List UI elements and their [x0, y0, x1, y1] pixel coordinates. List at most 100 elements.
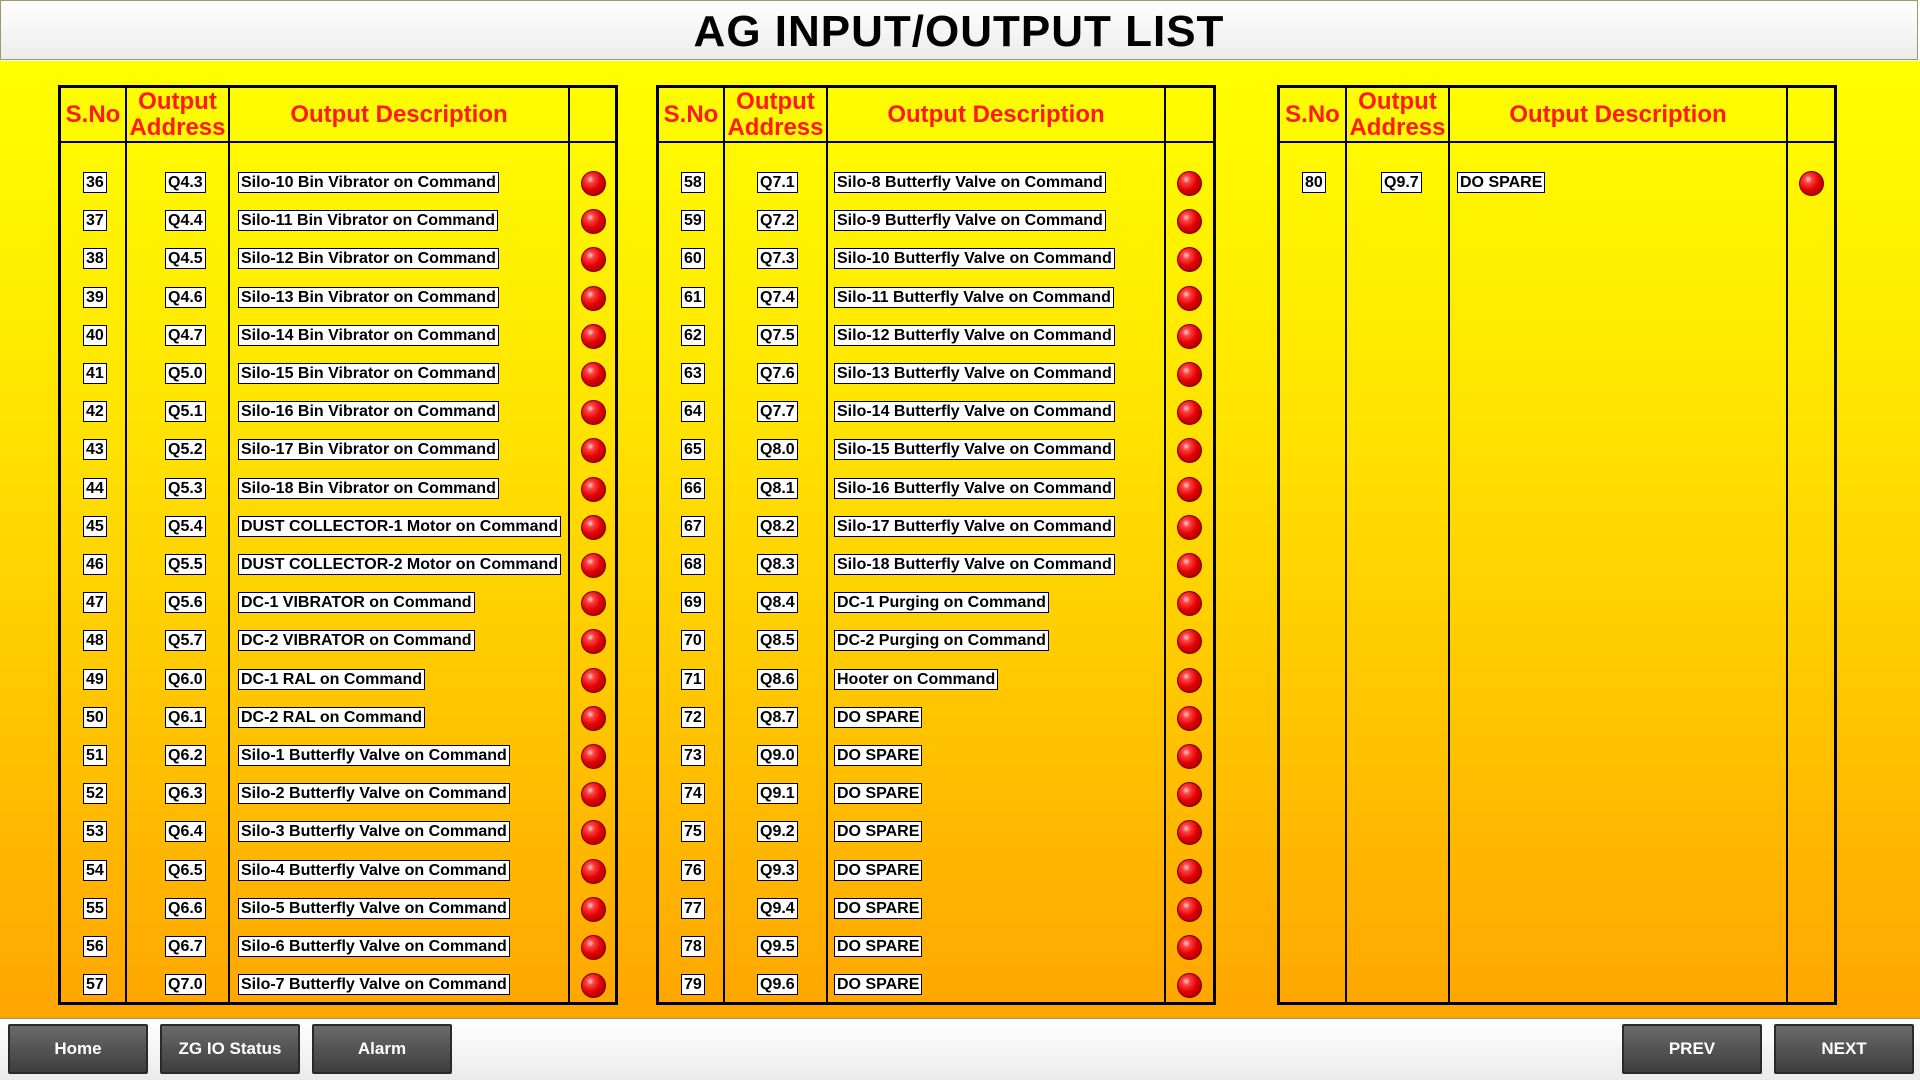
- table-row: 59 Q7.2 Silo-9 Butterfly Valve on Command: [659, 206, 1213, 236]
- address-cell: Q8.3: [757, 554, 798, 575]
- prev-button[interactable]: PREV: [1622, 1024, 1762, 1074]
- sno-cell: 54: [83, 859, 107, 881]
- red-lamp-icon: [1177, 744, 1202, 769]
- alarm-button[interactable]: Alarm: [312, 1024, 452, 1074]
- address-cell: Q5.4: [165, 515, 206, 537]
- description-cell: Silo-18 Bin Vibrator on Command: [238, 477, 499, 499]
- description-cell: DO SPARE: [834, 706, 923, 728]
- home-button[interactable]: Home: [8, 1024, 148, 1074]
- table-row: 43 Q5.2 Silo-17 Bin Vibrator on Command: [61, 435, 615, 465]
- table-row: 60 Q7.3 Silo-10 Butterfly Valve on Command: [659, 244, 1213, 274]
- description-cell: Silo-10 Butterfly Valve on Command: [834, 248, 1115, 270]
- table-row: 40 Q4.7 Silo-14 Bin Vibrator on Command: [61, 321, 615, 351]
- red-lamp-icon: [581, 476, 606, 502]
- address-cell: Q8.2: [757, 515, 798, 537]
- red-lamp-icon: [581, 935, 606, 960]
- next-button[interactable]: NEXT: [1774, 1024, 1914, 1074]
- address-cell: Q4.4: [165, 210, 206, 232]
- description-cell: Silo-1 Butterfly Valve on Command: [238, 745, 510, 766]
- sno-cell: 72: [681, 706, 705, 728]
- header-divider: [659, 141, 1213, 143]
- address-cell: Q8.7: [757, 706, 798, 728]
- sno-cell: 59: [681, 210, 705, 232]
- address-cell: Q5.0: [165, 363, 206, 384]
- red-lamp-icon: [581, 247, 606, 273]
- table-row: 45 Q5.4 DUST COLLECTOR-1 Motor on Command: [61, 512, 615, 542]
- red-lamp-icon: [581, 553, 606, 578]
- red-lamp-icon: [581, 744, 606, 769]
- address-cell: Q8.1: [757, 477, 798, 499]
- table-row: 80 Q9.7 DO SPARE: [1280, 168, 1834, 198]
- title-bar: AG INPUT/OUTPUT LIST: [0, 0, 1918, 60]
- table-row: 51 Q6.2 Silo-1 Butterfly Valve on Command: [61, 741, 615, 771]
- address-cell: Q9.4: [757, 897, 798, 919]
- red-lamp-icon: [1177, 209, 1202, 235]
- address-cell: Q9.3: [757, 859, 798, 881]
- table-row: 61 Q7.4 Silo-11 Butterfly Valve on Command: [659, 283, 1213, 313]
- description-header: Output Description: [1509, 100, 1727, 128]
- red-lamp-icon: [1177, 553, 1202, 578]
- sno-cell: 43: [83, 439, 107, 461]
- table-row: 70 Q8.5 DC-2 Purging on Command: [659, 626, 1213, 656]
- sno-cell: 74: [681, 783, 705, 805]
- description-cell: Silo-18 Butterfly Valve on Command: [834, 554, 1115, 575]
- sno-cell: 36: [83, 172, 107, 193]
- table-row: 72 Q8.7 DO SPARE: [659, 703, 1213, 733]
- address-cell: Q8.4: [757, 592, 798, 614]
- table-row: 42 Q5.1 Silo-16 Bin Vibrator on Command: [61, 397, 615, 427]
- address-cell: Q6.2: [165, 745, 206, 766]
- table-row: 37 Q4.4 Silo-11 Bin Vibrator on Command: [61, 206, 615, 236]
- description-cell: DO SPARE: [834, 936, 923, 957]
- description-cell: Silo-17 Butterfly Valve on Command: [834, 515, 1115, 537]
- sno-cell: 80: [1302, 172, 1326, 193]
- table-row: 36 Q4.3 Silo-10 Bin Vibrator on Command: [61, 168, 615, 198]
- table-row: 66 Q8.1 Silo-16 Butterfly Valve on Command: [659, 474, 1213, 504]
- address-cell: Q5.3: [165, 477, 206, 499]
- io-list-area: S.No Output Address Output Description 3…: [0, 61, 1920, 1018]
- address-cell: Q6.1: [165, 706, 206, 728]
- header-divider: [61, 141, 615, 143]
- description-cell: Silo-16 Butterfly Valve on Command: [834, 477, 1115, 499]
- description-cell: DO SPARE: [834, 745, 923, 766]
- table-row: 38 Q4.5 Silo-12 Bin Vibrator on Command: [61, 244, 615, 274]
- description-cell: Silo-7 Butterfly Valve on Command: [238, 974, 510, 996]
- red-lamp-icon: [581, 667, 606, 693]
- zg-io-status-button[interactable]: ZG IO Status: [160, 1024, 300, 1074]
- table-row: 44 Q5.3 Silo-18 Bin Vibrator on Command: [61, 474, 615, 504]
- table-row: 78 Q9.5 DO SPARE: [659, 932, 1213, 962]
- table-row: 63 Q7.6 Silo-13 Butterfly Valve on Command: [659, 359, 1213, 389]
- sno-cell: 67: [681, 515, 705, 537]
- red-lamp-icon: [581, 973, 606, 999]
- sno-cell: 62: [681, 324, 705, 346]
- table-row: 48 Q5.7 DC-2 VIBRATOR on Command: [61, 626, 615, 656]
- address-cell: Q7.4: [757, 286, 798, 308]
- description-cell: Silo-10 Bin Vibrator on Command: [238, 172, 499, 193]
- sno-cell: 46: [83, 554, 107, 575]
- red-lamp-icon: [1177, 591, 1202, 617]
- sno-cell: 51: [83, 745, 107, 766]
- sno-cell: 73: [681, 745, 705, 766]
- table-row: 71 Q8.6 Hooter on Command: [659, 665, 1213, 695]
- sno-cell: 70: [681, 630, 705, 652]
- sno-cell: 50: [83, 706, 107, 728]
- table-row: 54 Q6.5 Silo-4 Butterfly Valve on Command: [61, 856, 615, 886]
- description-cell: Silo-9 Butterfly Valve on Command: [834, 210, 1106, 232]
- sno-cell: 53: [83, 821, 107, 843]
- sno-cell: 78: [681, 936, 705, 957]
- address-cell: Q5.1: [165, 401, 206, 423]
- table-row: 49 Q6.0 DC-1 RAL on Command: [61, 665, 615, 695]
- description-cell: DC-2 RAL on Command: [238, 706, 426, 728]
- sno-cell: 40: [83, 324, 107, 346]
- sno-cell: 76: [681, 859, 705, 881]
- address-cell: Q5.2: [165, 439, 206, 461]
- description-cell: Silo-15 Bin Vibrator on Command: [238, 363, 499, 384]
- sno-header: S.No: [663, 100, 719, 128]
- sno-cell: 63: [681, 363, 705, 384]
- address-cell: Q8.0: [757, 439, 798, 461]
- red-lamp-icon: [1177, 171, 1202, 196]
- description-cell: DO SPARE: [834, 783, 923, 805]
- table-row: 56 Q6.7 Silo-6 Butterfly Valve on Command: [61, 932, 615, 962]
- red-lamp-icon: [581, 629, 606, 655]
- address-cell: Q9.6: [757, 974, 798, 996]
- table-row: 75 Q9.2 DO SPARE: [659, 817, 1213, 847]
